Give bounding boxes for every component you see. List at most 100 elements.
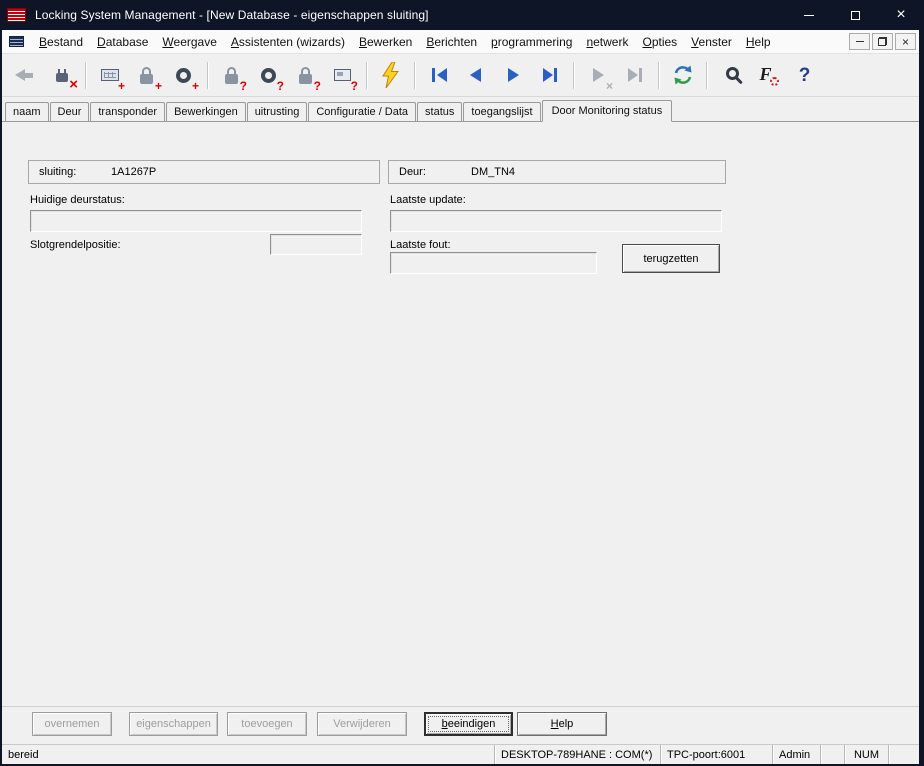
apply-button: overnemen bbox=[32, 712, 112, 736]
tab-configuratie-data[interactable]: Configuratie / Data bbox=[308, 102, 416, 121]
last-update-field[interactable] bbox=[390, 210, 722, 232]
mdi-window-controls: × bbox=[847, 33, 919, 50]
disconnect-button[interactable]: × bbox=[43, 58, 80, 92]
mdi-restore-button[interactable] bbox=[872, 33, 893, 50]
read-transponder-button[interactable]: ? bbox=[250, 58, 287, 92]
mdi-restore-icon bbox=[878, 37, 887, 46]
menu-label: Bestand bbox=[39, 35, 83, 49]
disconnect-icon bbox=[56, 73, 68, 82]
menu-label: Help bbox=[746, 35, 771, 49]
window-title: Locking System Management - [New Databas… bbox=[35, 8, 429, 22]
bolt-position-label: Slotgrendelpositie: bbox=[30, 239, 121, 251]
tab-toegangslijst[interactable]: toegangslijst bbox=[463, 102, 540, 121]
read-reader-button[interactable]: ? bbox=[324, 58, 361, 92]
nav-last-button[interactable] bbox=[531, 58, 568, 92]
menu-bewerken[interactable]: Bewerken bbox=[352, 32, 419, 52]
menu-bestand[interactable]: Bestand bbox=[32, 32, 90, 52]
read-transponder-icon bbox=[261, 68, 276, 83]
tab-naam[interactable]: naam bbox=[5, 102, 49, 121]
question-overlay-icon: ? bbox=[277, 80, 284, 92]
tab-deur[interactable]: Deur bbox=[50, 102, 90, 121]
resize-grip[interactable] bbox=[888, 745, 919, 764]
add-lock-button[interactable]: + bbox=[128, 58, 165, 92]
toolbar-separator bbox=[366, 62, 367, 89]
menu-label: Database bbox=[97, 35, 148, 49]
menu-weergave[interactable]: Weergave bbox=[155, 32, 223, 52]
add-transponder-button[interactable]: + bbox=[165, 58, 202, 92]
last-error-field[interactable] bbox=[390, 252, 597, 274]
last-update-label: Laatste update: bbox=[390, 194, 466, 206]
status-host: DESKTOP-789HANE : COM(*) bbox=[494, 745, 660, 764]
transfer-icon bbox=[15, 69, 34, 82]
lock-id-group: sluiting: 1A1267P bbox=[28, 160, 380, 184]
refresh-icon bbox=[672, 64, 694, 86]
toolbar-separator bbox=[207, 62, 208, 89]
mdi-document-icon bbox=[9, 36, 24, 47]
minimize-icon bbox=[804, 15, 814, 16]
gear-icon bbox=[770, 77, 779, 86]
skip-end-icon bbox=[626, 67, 644, 83]
read-reader-icon bbox=[334, 69, 351, 81]
mdi-close-button[interactable]: × bbox=[895, 33, 916, 50]
tab-transponder[interactable]: transponder bbox=[90, 102, 165, 121]
help-action-button[interactable]: Help bbox=[517, 712, 607, 736]
plus-overlay-icon: + bbox=[155, 80, 162, 92]
window-controls: × bbox=[786, 0, 924, 30]
bolt-position-field[interactable] bbox=[270, 234, 362, 255]
menubar: Bestand Database Weergave Assistenten (w… bbox=[2, 30, 919, 54]
skip-x-icon bbox=[589, 67, 607, 83]
mdi-minimize-button[interactable] bbox=[849, 33, 870, 50]
nav-prev-button[interactable] bbox=[457, 58, 494, 92]
reset-button[interactable]: terugzetten bbox=[622, 244, 720, 273]
menu-netwerk[interactable]: netwerk bbox=[579, 32, 635, 52]
nav-next-button[interactable] bbox=[494, 58, 531, 92]
menu-help[interactable]: Help bbox=[739, 32, 778, 52]
tab-uitrusting[interactable]: uitrusting bbox=[247, 102, 308, 121]
maximize-icon bbox=[851, 11, 860, 20]
current-door-status-field[interactable] bbox=[30, 210, 362, 232]
minimize-button[interactable] bbox=[786, 0, 832, 30]
tab-bewerkingen[interactable]: Bewerkingen bbox=[166, 102, 246, 121]
tab-status[interactable]: status bbox=[417, 102, 462, 121]
x-overlay-icon: × bbox=[69, 78, 78, 92]
menu-label: programmering bbox=[491, 35, 572, 49]
deactivate-button: × bbox=[579, 58, 616, 92]
search-button[interactable] bbox=[712, 58, 749, 92]
menu-venster[interactable]: Venster bbox=[684, 32, 739, 52]
menu-berichten[interactable]: Berichten bbox=[419, 32, 484, 52]
program-button[interactable] bbox=[372, 58, 409, 92]
toolbar: × + + + ? ? bbox=[2, 54, 919, 97]
add-reader-button[interactable]: + bbox=[91, 58, 128, 92]
toolbar-separator bbox=[706, 62, 707, 89]
app-logo-icon bbox=[7, 8, 26, 22]
menu-label: Berichten bbox=[426, 35, 477, 49]
maximize-button[interactable] bbox=[832, 0, 878, 30]
question-overlay-icon: ? bbox=[351, 80, 358, 92]
question-overlay-icon: ? bbox=[240, 80, 247, 92]
question-overlay-icon: ? bbox=[314, 80, 321, 92]
menu-opties[interactable]: Opties bbox=[635, 32, 684, 52]
help-button[interactable]: ? bbox=[786, 58, 823, 92]
lock-id-label: sluiting: bbox=[39, 166, 111, 178]
tab-door-monitoring-status[interactable]: Door Monitoring status bbox=[542, 100, 673, 122]
filter-config-button[interactable]: F bbox=[749, 58, 786, 92]
nav-first-button[interactable] bbox=[420, 58, 457, 92]
menu-assistenten[interactable]: Assistenten (wizards) bbox=[224, 32, 352, 52]
toolbar-separator bbox=[85, 62, 86, 89]
close-button[interactable]: × bbox=[878, 0, 924, 30]
transfer-button bbox=[6, 58, 43, 92]
current-door-status-label: Huidige deurstatus: bbox=[30, 194, 125, 206]
menu-database[interactable]: Database bbox=[90, 32, 155, 52]
menu-programmering[interactable]: programmering bbox=[484, 32, 579, 52]
titlebar: Locking System Management - [New Databas… bbox=[0, 0, 924, 30]
add-transponder-icon bbox=[176, 68, 191, 83]
add-lock-icon bbox=[140, 74, 153, 84]
read-lock-button[interactable]: ? bbox=[213, 58, 250, 92]
help-icon: ? bbox=[799, 66, 811, 85]
read-lock-alt-button[interactable]: ? bbox=[287, 58, 324, 92]
x-overlay-icon: × bbox=[606, 80, 613, 92]
finish-button[interactable]: beeindigen bbox=[424, 712, 513, 736]
menu-label: Assistenten (wizards) bbox=[231, 35, 345, 49]
refresh-button[interactable] bbox=[664, 58, 701, 92]
add-button: toevoegen bbox=[227, 712, 307, 736]
